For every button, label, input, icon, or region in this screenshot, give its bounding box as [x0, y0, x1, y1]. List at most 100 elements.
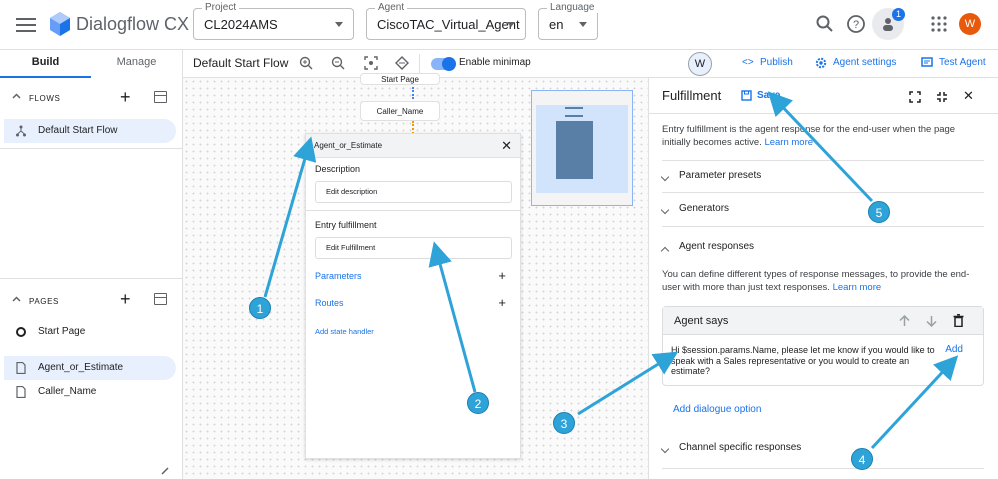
agent-says-label: Agent says [674, 315, 729, 327]
agent-select[interactable]: Agent CiscoTAC_Virtual_Agent [366, 2, 526, 40]
divider [662, 192, 984, 193]
entry-fulfillment-field[interactable]: Edit Fulfillment [315, 237, 512, 259]
node-start-page[interactable]: Start Page [360, 73, 440, 85]
svg-text:?: ? [853, 19, 859, 31]
zoom-in-icon[interactable] [299, 56, 313, 70]
table-icon[interactable] [154, 91, 167, 103]
agent-responses-section[interactable]: Agent responses [660, 239, 984, 261]
page-item-start-page[interactable]: Start Page [4, 320, 176, 344]
node-caller-name[interactable]: Caller_Name [360, 101, 440, 121]
right-header-bar: W <> Publish Agent settings Test Agent [648, 50, 998, 78]
recenter-icon[interactable] [395, 56, 409, 70]
connector [412, 87, 414, 99]
chevron-up-icon [660, 246, 670, 256]
add-dialogue-option-link[interactable]: Add dialogue option [673, 404, 761, 415]
callout-marker: 3 [553, 412, 575, 434]
agent-label: Agent [375, 2, 408, 13]
left-navigation: Build Manage FLOWS + Default Start Flow … [0, 50, 183, 479]
collapse-icon[interactable] [160, 466, 170, 476]
page-item-agent-or-estimate[interactable]: Agent_or_Estimate [4, 356, 176, 380]
tab-manage[interactable]: Manage [91, 50, 182, 78]
add-route-button[interactable]: + [498, 295, 506, 310]
person-icon [883, 18, 893, 31]
agent-value: CiscoTAC_Virtual_Agent [377, 17, 520, 32]
chevron-up-icon[interactable] [12, 93, 21, 99]
chevron-down-icon [335, 22, 343, 27]
minimap[interactable] [531, 90, 633, 206]
language-select[interactable]: Language en [538, 2, 598, 40]
add-page-button[interactable]: + [120, 289, 131, 310]
section-label: Parameter presets [679, 170, 762, 181]
user-avatar[interactable]: W [688, 52, 712, 76]
project-select[interactable]: Project CL2024AMS [193, 2, 354, 40]
collapse-icon[interactable] [936, 91, 948, 103]
agent-says-text[interactable]: Hi $session.params.Name, please let me k… [671, 345, 941, 377]
minimap-label: Enable minimap [459, 57, 531, 68]
code-icon: <> [742, 57, 754, 68]
language-label: Language [547, 2, 598, 13]
arrow-up-icon[interactable] [899, 315, 910, 327]
agent-settings-button[interactable]: Agent settings [833, 57, 896, 68]
chevron-down-icon [507, 22, 515, 27]
tab-build[interactable]: Build [0, 50, 91, 78]
menu-icon[interactable] [16, 15, 36, 35]
routes-link[interactable]: Routes [315, 298, 344, 308]
page-item-label: Agent_or_Estimate [38, 362, 124, 373]
zoom-out-icon[interactable] [331, 56, 345, 70]
save-button[interactable]: Save [757, 90, 780, 101]
parameters-link[interactable]: Parameters [315, 271, 362, 281]
fullscreen-icon[interactable] [909, 91, 921, 103]
minimap-toggle[interactable] [431, 57, 456, 71]
notification-count: 1 [892, 8, 905, 21]
divider [0, 148, 183, 149]
channel-specific-section[interactable]: Channel specific responses [660, 440, 984, 462]
top-app-bar: Dialogflow CX Project CL2024AMS Agent Ci… [0, 0, 998, 50]
description-field[interactable]: Edit description [315, 181, 512, 203]
chevron-down-icon [660, 444, 670, 454]
chevron-down-icon [660, 205, 670, 215]
divider [662, 468, 984, 469]
divider [0, 278, 183, 279]
publish-button[interactable]: Publish [760, 57, 793, 68]
minimap-node [556, 121, 593, 179]
dialogflow-logo [50, 12, 70, 36]
page-icon [16, 362, 26, 374]
add-response-button[interactable]: Add [945, 344, 963, 355]
arrow-down-icon[interactable] [926, 315, 937, 327]
learn-more-link[interactable]: Learn more [833, 282, 882, 293]
page-item-caller-name[interactable]: Caller_Name [4, 380, 176, 404]
fulfillment-panel: Fulfillment Save ✕ Entry fulfillment is … [648, 78, 998, 479]
chat-icon [921, 57, 933, 67]
fit-screen-icon[interactable] [364, 56, 378, 70]
add-parameter-button[interactable]: + [498, 268, 506, 283]
save-icon [741, 90, 752, 101]
table-icon[interactable] [154, 293, 167, 305]
add-state-handler-link[interactable]: Add state handler [315, 327, 374, 336]
generators-section[interactable]: Generators [660, 201, 984, 223]
apps-icon[interactable] [929, 14, 949, 34]
test-agent-button[interactable]: Test Agent [939, 57, 986, 68]
minimap-node [565, 107, 583, 117]
callout-marker: 4 [851, 448, 873, 470]
callout-marker: 1 [249, 297, 271, 319]
agent-says-header: Agent says [663, 307, 983, 335]
language-value: en [549, 17, 564, 32]
divider [662, 160, 984, 161]
search-icon[interactable] [815, 14, 835, 34]
page-panel-title: Agent_or_Estimate [314, 141, 383, 150]
parameter-presets-section[interactable]: Parameter presets [660, 168, 984, 190]
close-icon[interactable]: ✕ [963, 88, 974, 104]
learn-more-link[interactable]: Learn more [764, 137, 813, 148]
avatar[interactable]: W [959, 13, 981, 35]
divider [649, 113, 998, 114]
help-icon[interactable]: ? [846, 14, 866, 34]
pages-header: PAGES [29, 297, 59, 306]
responses-description: You can define different types of respon… [662, 268, 982, 294]
chevron-up-icon[interactable] [12, 296, 21, 302]
add-flow-button[interactable]: + [120, 87, 131, 108]
divider [419, 54, 420, 74]
page-panel-header: Agent_or_Estimate ✕ [306, 134, 520, 158]
close-icon[interactable]: ✕ [501, 138, 512, 154]
flow-item-default-start-flow[interactable]: Default Start Flow [4, 119, 176, 143]
trash-icon[interactable] [953, 314, 964, 327]
